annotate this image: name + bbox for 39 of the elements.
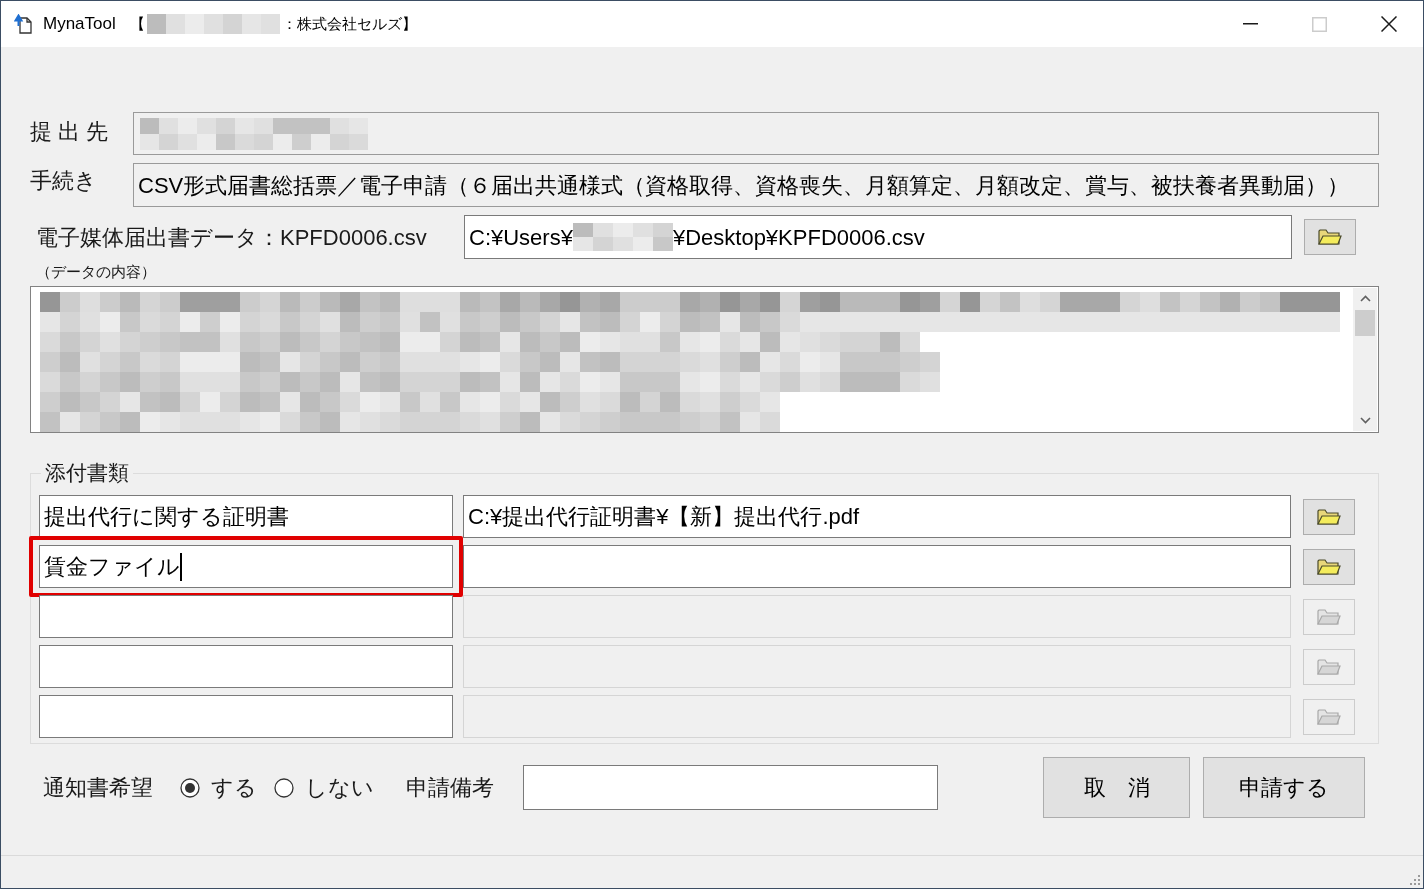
radio-option[interactable]: する [180,771,257,804]
maximize-icon [1312,16,1327,32]
input-field[interactable] [523,765,938,810]
input-field[interactable]: 提出代行に関する証明書 [39,495,453,538]
scrollbar[interactable] [1353,288,1377,431]
browse-button[interactable] [1304,219,1356,255]
close-icon [1380,16,1397,32]
field-label: 電子媒体届出書データ：KPFD0006.csv [35,223,428,252]
section-label: （データの内容） [35,262,157,282]
resize-grip-icon[interactable] [1410,875,1420,885]
minimize-icon [1243,23,1258,25]
field-label: 手続き [30,167,98,195]
scrollbar-thumb[interactable] [1355,310,1375,336]
input-field[interactable]: C:¥Users¥ ¥Desktop¥KPFD0006.csv [464,215,1292,259]
folder-icon [1317,557,1341,576]
app-name: MynaTool [43,13,116,36]
scroll-up-icon[interactable] [1359,295,1371,302]
submit-button[interactable]: 申請する [1203,757,1365,818]
browse-button[interactable] [1303,498,1355,535]
field-label: 通知書希望 [43,774,153,802]
input-field[interactable]: 賃金ファイル [39,545,453,588]
folder-icon [1317,507,1341,526]
title-text: ：株式会社セルズ】 [281,13,417,34]
read-only-field: CSV形式届書総括票／電子申請（６届出共通様式（資格取得、資格喪失、月額算定、月額改定、賞与、被扶養者異動届）） [133,163,1379,207]
group-legend: 添付書類 [41,460,133,486]
folder-icon [1318,228,1342,246]
radio-option[interactable]: しない [274,771,374,804]
folder-icon [1317,657,1341,676]
input-field[interactable]: C:¥提出代行証明書¥【新】提出代行.pdf [463,495,1291,538]
input-field[interactable] [463,545,1291,588]
scroll-down-icon[interactable] [1359,417,1371,424]
browse-button[interactable] [1303,548,1355,585]
document-arrow-icon [14,14,34,34]
title-text: 【 [129,13,145,34]
cancel-button[interactable]: 取 消 [1043,757,1190,818]
field-label: 申請備考 [406,774,494,802]
field-label: 提 出 先 [30,118,110,146]
folder-icon [1317,707,1341,726]
folder-icon [1317,607,1341,626]
